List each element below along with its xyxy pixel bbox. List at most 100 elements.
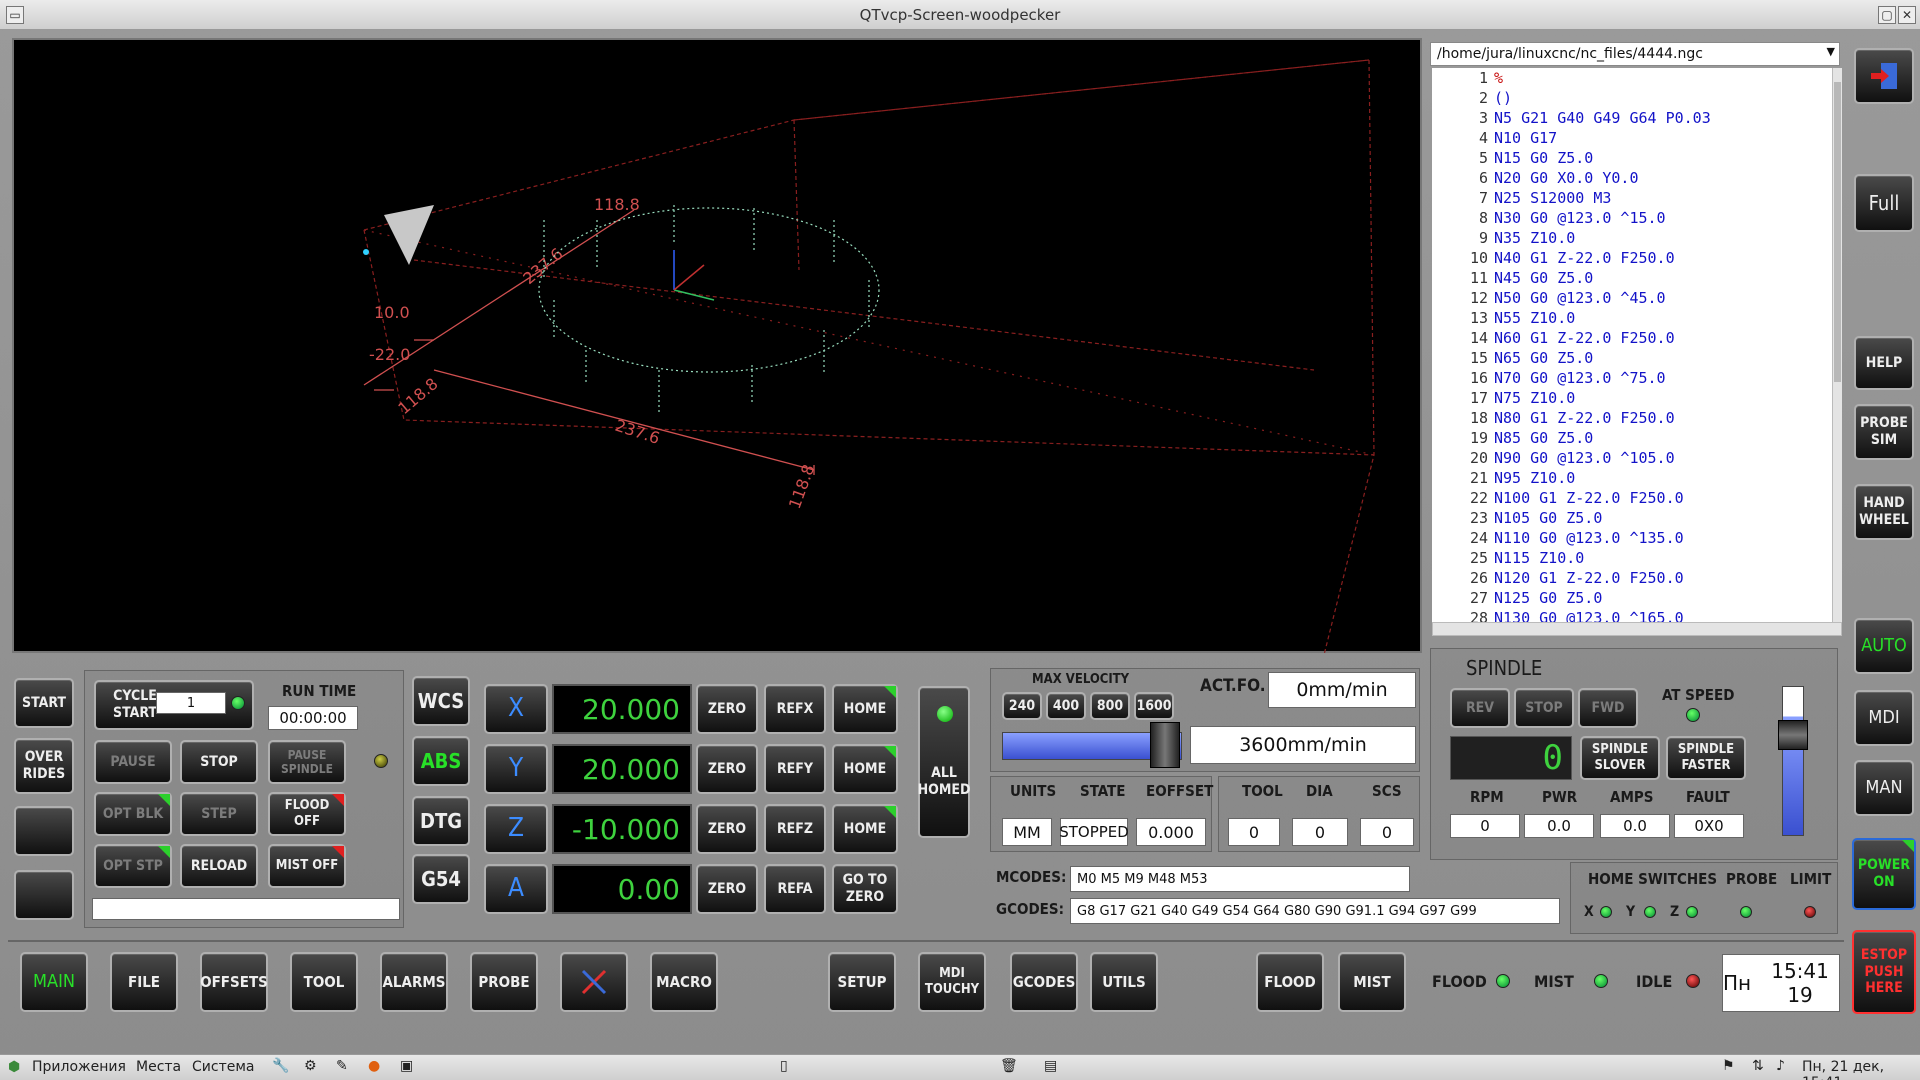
spindle-faster-button[interactable]: SPINDLE FASTER (1666, 736, 1746, 780)
axis-z-home-button[interactable]: HOME (832, 804, 898, 854)
tab-mdi-touchy[interactable]: MDI TOUCHY (918, 952, 986, 1012)
applications-menu[interactable]: Приложения (32, 1059, 126, 1075)
close-icon[interactable]: ✕ (1898, 6, 1916, 24)
wcs-button[interactable]: WCS (412, 676, 470, 726)
code-line[interactable]: 12 N50 G0 @123.0 ^45.0 (1432, 288, 1832, 308)
velocity-preset-240[interactable]: 240 (1002, 692, 1042, 720)
code-line[interactable]: 6 N20 G0 X0.0 Y0.0 (1432, 168, 1832, 188)
abs-button[interactable]: ABS (412, 736, 470, 786)
mist-off-button[interactable]: MIST OFF (268, 844, 346, 888)
blank-button-2[interactable] (14, 870, 74, 920)
spindle-stop-button[interactable]: STOP (1514, 688, 1574, 728)
code-line[interactable]: 17 N75 Z10.0 (1432, 388, 1832, 408)
gcode-preview[interactable]: 118.8 237.6 118.8 10.0 -22.0 118.8 237.6 (12, 38, 1422, 656)
code-line[interactable]: 27 N125 G0 Z5.0 (1432, 588, 1832, 608)
code-line[interactable]: 21 N95 Z10.0 (1432, 468, 1832, 488)
spindle-slower-button[interactable]: SPINDLE SLOVER (1580, 736, 1660, 780)
window-list-icon[interactable]: ▤ (1044, 1058, 1057, 1074)
code-line[interactable]: 15 N65 G0 Z5.0 (1432, 348, 1832, 368)
tab-probe[interactable]: PROBE (470, 952, 538, 1012)
estop-button[interactable]: ESTOP PUSH HERE (1852, 930, 1916, 1014)
volume-icon[interactable]: ♪ (1776, 1058, 1785, 1074)
axis-x-button[interactable]: X (484, 684, 548, 734)
tab-macro[interactable]: MACRO (650, 952, 718, 1012)
code-line[interactable]: 20 N90 G0 @123.0 ^105.0 (1432, 448, 1832, 468)
cycle-count-input[interactable]: 1 (156, 692, 226, 714)
code-line[interactable]: 23 N105 G0 Z5.0 (1432, 508, 1832, 528)
code-line[interactable]: 16 N70 G0 @123.0 ^75.0 (1432, 368, 1832, 388)
opt-blk-button[interactable]: OPT BLK (94, 792, 172, 836)
tools-icon[interactable]: 🔧 (272, 1058, 289, 1074)
spindle-rev-button[interactable]: REV (1450, 688, 1510, 728)
code-line[interactable]: 5 N15 G0 Z5.0 (1432, 148, 1832, 168)
velocity-slider-handle[interactable] (1150, 722, 1180, 768)
help-button[interactable]: HELP (1854, 336, 1914, 390)
editor-icon[interactable]: ✎ (336, 1058, 348, 1074)
code-line[interactable]: 8 N30 G0 @123.0 ^15.0 (1432, 208, 1832, 228)
axis-x-home-button[interactable]: HOME (832, 684, 898, 734)
axis-a-button[interactable]: A (484, 864, 548, 914)
browser-icon[interactable]: ● (368, 1058, 380, 1074)
code-line[interactable]: 14 N60 G1 Z-22.0 F250.0 (1432, 328, 1832, 348)
axis-z-zero-button[interactable]: ZERO (696, 804, 758, 854)
velocity-preset-400[interactable]: 400 (1046, 692, 1086, 720)
power-on-button[interactable]: POWER ON (1852, 838, 1916, 910)
axis-a-zero-button[interactable]: ZERO (696, 864, 758, 914)
axis-y-ref-button[interactable]: REFY (764, 744, 826, 794)
code-line[interactable]: 2 () (1432, 88, 1832, 108)
network-icon[interactable]: ⇅ (1752, 1058, 1764, 1074)
workspace-icon[interactable]: ▯ (780, 1058, 788, 1074)
axis-y-button[interactable]: Y (484, 744, 548, 794)
code-line[interactable]: 18 N80 G1 Z-22.0 F250.0 (1432, 408, 1832, 428)
exit-button[interactable] (1854, 48, 1914, 104)
file-path-bar[interactable]: /home/jura/linuxcnc/nc_files/4444.ngc ▼ (1430, 42, 1840, 66)
start-button[interactable]: START (14, 678, 74, 728)
pause-button[interactable]: PAUSE (94, 740, 172, 784)
tab-tools[interactable] (560, 952, 628, 1012)
axis-z-ref-button[interactable]: REFZ (764, 804, 826, 854)
flood-off-button[interactable]: FLOOD OFF (268, 792, 346, 836)
axis-a-home-button[interactable]: GO TO ZERO (832, 864, 898, 914)
tab-setup[interactable]: SETUP (828, 952, 896, 1012)
velocity-preset-800[interactable]: 800 (1090, 692, 1130, 720)
code-line[interactable]: 11 N45 G0 Z5.0 (1432, 268, 1832, 288)
tab-file[interactable]: FILE (110, 952, 178, 1012)
gcode-editor[interactable]: 1% 2() 3 N5 G21 G40 G49 G64 P0.03 4 N10 G17 5 N… (1432, 68, 1832, 622)
axis-y-home-button[interactable]: HOME (832, 744, 898, 794)
trash-icon[interactable]: 🗑 (1000, 1058, 1018, 1074)
maximize-icon[interactable]: ▢ (1878, 6, 1896, 24)
spindle-fwd-button[interactable]: FWD (1578, 688, 1638, 728)
reload-button[interactable]: RELOAD (180, 844, 258, 888)
code-line[interactable]: 7 N25 S12000 M3 (1432, 188, 1832, 208)
code-line[interactable]: 22 N100 G1 Z-22.0 F250.0 (1432, 488, 1832, 508)
code-line[interactable]: 26 N120 G1 Z-22.0 F250.0 (1432, 568, 1832, 588)
axis-y-zero-button[interactable]: ZERO (696, 744, 758, 794)
tab-tool[interactable]: TOOL (290, 952, 358, 1012)
code-line[interactable]: 24 N110 G0 @123.0 ^135.0 (1432, 528, 1832, 548)
code-line[interactable]: 25 N115 Z10.0 (1432, 548, 1832, 568)
fullscreen-button[interactable]: Full (1854, 174, 1914, 232)
blank-button-1[interactable] (14, 806, 74, 856)
probe-sim-button[interactable]: PROBE SIM (1854, 404, 1914, 460)
hand-wheel-button[interactable]: HAND WHEEL (1854, 484, 1914, 540)
mode-auto-button[interactable]: AUTO (1854, 618, 1914, 674)
system-menu[interactable]: Система (192, 1059, 254, 1075)
mode-mdi-button[interactable]: MDI (1854, 690, 1914, 746)
g54-button[interactable]: G54 (412, 854, 470, 904)
stop-button[interactable]: STOP (180, 740, 258, 784)
overrides-button[interactable]: OVER RIDES (14, 738, 74, 794)
code-line[interactable]: 4 N10 G17 (1432, 128, 1832, 148)
pause-spindle-button[interactable]: PAUSE SPINDLE (268, 740, 346, 784)
velocity-preset-1600[interactable]: 1600 (1134, 692, 1174, 720)
places-menu[interactable]: Места (136, 1059, 181, 1075)
code-line[interactable]: 9 N35 Z10.0 (1432, 228, 1832, 248)
app-icon[interactable]: ⚙ (304, 1058, 317, 1074)
tab-mist[interactable]: MIST (1338, 952, 1406, 1012)
code-hscrollbar[interactable] (1432, 622, 1842, 636)
axis-x-zero-button[interactable]: ZERO (696, 684, 758, 734)
step-button[interactable]: STEP (180, 792, 258, 836)
axis-a-ref-button[interactable]: REFA (764, 864, 826, 914)
keyboard-layout-icon[interactable]: ⚑ (1722, 1058, 1735, 1074)
mdi-status-field[interactable] (92, 898, 400, 920)
spindle-override-slider[interactable] (1782, 686, 1804, 836)
